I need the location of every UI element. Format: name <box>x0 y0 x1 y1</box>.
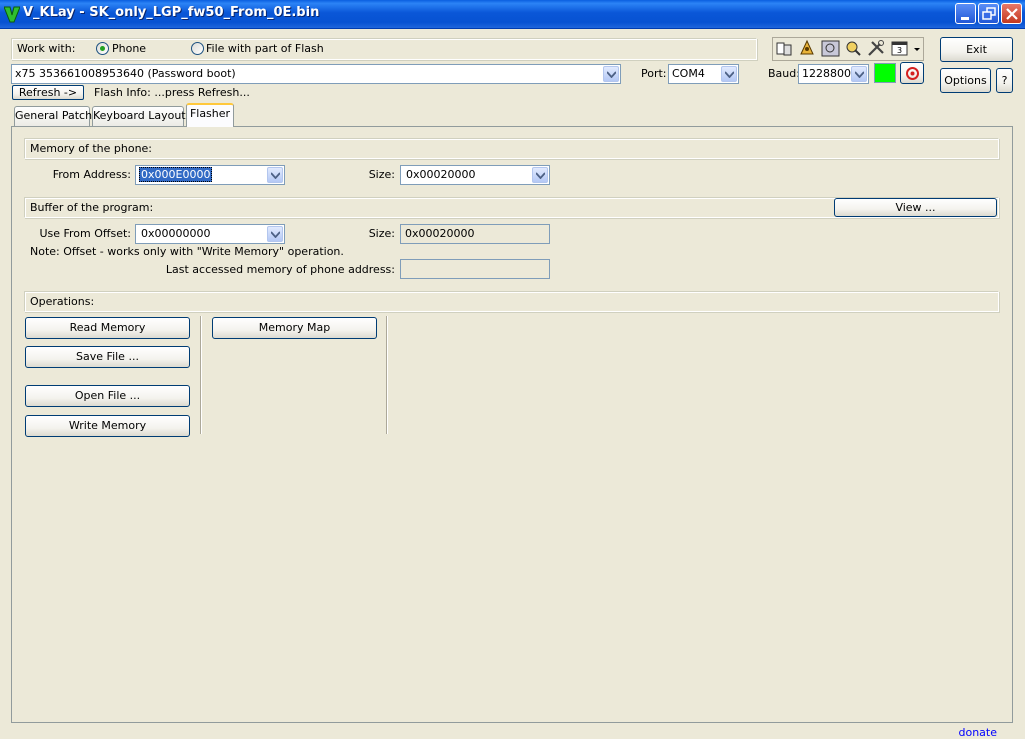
use-offset-value: 0x00000000 <box>141 227 211 240</box>
size-label: Size: <box>368 168 395 181</box>
write-memory-button[interactable]: Write Memory <box>25 415 190 437</box>
file-radio[interactable] <box>191 42 204 55</box>
operations-header: Operations: <box>30 295 95 308</box>
use-offset-select[interactable]: 0x00000000 <box>135 224 285 244</box>
tab-keyboard-layout[interactable]: Keyboard Layout <box>92 106 186 126</box>
device-select[interactable]: x75 353661008953640 (Password boot) <box>11 64 621 84</box>
dropdown-arrow-icon[interactable] <box>911 39 923 58</box>
chevron-down-icon[interactable] <box>267 167 283 183</box>
phone-search-icon[interactable] <box>843 39 864 58</box>
flash-info-text: Flash Info: ...press Refresh... <box>94 86 250 99</box>
open-file-button[interactable]: Open File ... <box>25 385 190 407</box>
last-accessed-field <box>400 259 550 279</box>
from-address-value: 0x000E0000 <box>139 167 213 182</box>
id-card-icon[interactable] <box>820 39 841 58</box>
restore-button[interactable] <box>978 3 999 24</box>
buffer-header: Buffer of the program: <box>30 201 154 214</box>
memory-section-header <box>24 138 999 159</box>
phone-radio[interactable] <box>96 42 109 55</box>
from-address-label: From Address: <box>52 168 131 181</box>
chevron-down-icon[interactable] <box>721 66 737 82</box>
chevron-down-icon[interactable] <box>532 167 548 183</box>
close-button[interactable] <box>1001 3 1022 24</box>
tab-general-patch[interactable]: General Patch <box>14 106 92 126</box>
svg-text:3: 3 <box>897 46 902 55</box>
memory-header: Memory of the phone: <box>30 142 153 155</box>
refresh-button[interactable]: Refresh -> <box>12 85 84 100</box>
from-address-select[interactable]: 0x000E0000 <box>135 165 285 185</box>
exit-button[interactable]: Exit <box>940 37 1013 62</box>
size-select[interactable]: 0x00020000 <box>400 165 550 185</box>
tab-flasher[interactable]: Flasher <box>186 103 234 127</box>
donate-link[interactable]: donate <box>958 726 997 739</box>
phone-radio-label[interactable]: Phone <box>112 42 146 55</box>
status-bar <box>0 726 1025 739</box>
help-button[interactable]: ? <box>996 68 1013 93</box>
last-accessed-label: Last accessed memory of phone address: <box>165 263 395 276</box>
save-file-button[interactable]: Save File ... <box>25 346 190 368</box>
work-with-label: Work with: <box>17 42 76 55</box>
tools-icon[interactable] <box>866 39 887 58</box>
chevron-down-icon[interactable] <box>603 66 619 82</box>
divider <box>386 316 388 434</box>
read-memory-button[interactable]: Read Memory <box>25 317 190 339</box>
baud-label: Baud: <box>768 67 800 80</box>
baud-select[interactable]: 1228800 <box>798 64 869 84</box>
stop-icon <box>906 67 919 83</box>
v-logo-icon <box>3 6 21 23</box>
port-label: Port: <box>641 67 667 80</box>
books-icon[interactable] <box>774 39 795 58</box>
buffer-size-label: Size: <box>368 227 395 240</box>
buffer-size-field: 0x00020000 <box>400 224 550 244</box>
device-select-value: x75 353661008953640 (Password boot) <box>15 67 236 80</box>
offset-note: Note: Offset - works only with "Write Me… <box>30 245 344 258</box>
memory-map-button[interactable]: Memory Map <box>212 317 377 339</box>
operations-section-header <box>24 291 999 312</box>
port-select[interactable]: COM4 <box>668 64 739 84</box>
chevron-down-icon[interactable] <box>851 66 867 82</box>
chevron-down-icon[interactable] <box>267 226 283 242</box>
divider <box>200 316 202 434</box>
status-indicator <box>874 63 896 83</box>
window-title: V_KLay - SK_only_LGP_fw50_From_0E.bin <box>23 5 320 20</box>
minimize-button[interactable] <box>955 3 976 24</box>
port-select-value: COM4 <box>672 67 705 80</box>
title-bar: V_KLay - SK_only_LGP_fw50_From_0E.bin <box>0 0 1025 29</box>
view-button[interactable]: View ... <box>834 198 997 217</box>
options-button[interactable]: Options <box>940 68 991 93</box>
file-radio-label[interactable]: File with part of Flash <box>206 42 324 55</box>
window-icon[interactable]: 3 <box>889 39 910 58</box>
stop-button[interactable] <box>900 62 924 84</box>
bell-icon[interactable] <box>797 39 818 58</box>
use-offset-label: Use From Offset: <box>39 227 131 240</box>
baud-select-value: 1228800 <box>802 67 851 80</box>
size-value: 0x00020000 <box>406 168 476 181</box>
